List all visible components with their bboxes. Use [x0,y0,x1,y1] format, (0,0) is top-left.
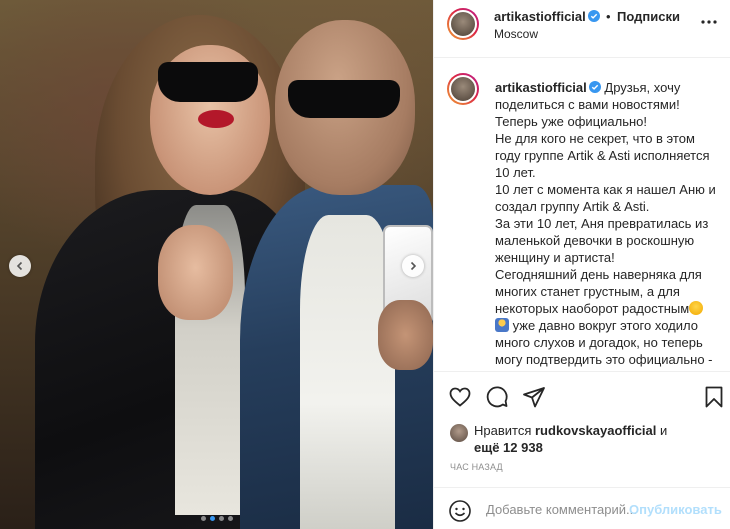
photo-woman-lips [198,110,234,128]
comment-form: Опубликовать [434,487,730,529]
post-photo[interactable] [0,0,433,529]
header-separator: • [606,9,611,24]
carousel-dot [228,516,233,521]
author-avatar[interactable] [447,8,479,40]
grinning-emoji-icon [689,301,704,315]
person-emoji-icon [495,318,509,332]
photo-man-hand [378,300,433,370]
caption-author-avatar[interactable] [447,73,479,105]
chevron-left-icon [16,261,23,271]
caption-section: artikastiofficial Друзья, хочу поделитьс… [434,59,730,372]
chevron-right-icon [410,261,417,271]
carousel-dot [210,516,215,521]
verified-badge-icon [588,81,601,93]
publish-button[interactable]: Опубликовать [629,502,722,517]
carousel-dot [201,516,206,521]
comment-input[interactable] [486,499,636,519]
post-actions [434,373,730,417]
caption-line: Сегодняшний день наверняка для многих ст… [495,267,702,316]
liker-avatar[interactable] [450,424,468,442]
carousel-dot [219,516,224,521]
post-header: artikastiofficial • Подписки Moscow [434,0,730,58]
caption-line: уже давно вокруг этого ходило много слух… [495,318,713,371]
bookmark-icon[interactable] [702,385,726,409]
post-sidebar: artikastiofficial • Подписки Moscow arti… [433,0,730,529]
share-icon[interactable] [522,385,546,409]
caption-line: За эти 10 лет, Аня превратилась из мален… [495,216,709,265]
caption-line: Не для кого не секрет, что в этом году г… [495,131,710,180]
caption-username[interactable]: artikastiofficial [495,80,587,95]
carousel-prev-button[interactable] [9,255,31,277]
post-location-link[interactable]: Moscow [494,27,538,41]
photo-man-shirt [300,215,395,529]
caption-text: artikastiofficial Друзья, хочу поделитьс… [495,79,723,371]
carousel-next-button[interactable] [402,255,424,277]
author-username-link[interactable]: artikastiofficial [494,9,600,24]
post-timestamp[interactable]: Час назад [450,462,503,472]
verified-badge-icon [587,10,600,22]
heart-icon[interactable] [448,385,472,409]
following-button[interactable]: Подписки [617,9,680,24]
likes-count-link[interactable]: ещё 12 938 [474,440,543,455]
photo-man-sunglasses [288,80,400,118]
caption-line: 10 лет с момента как я нашел Аню и созда… [495,182,716,214]
comment-icon[interactable] [485,385,509,409]
photo-peace-sign-hand [158,225,233,320]
photo-woman-sunglasses [158,62,258,102]
carousel-indicator [201,516,233,521]
more-icon[interactable] [699,12,719,32]
liker-username-link[interactable]: rudkovskayaofficial [535,423,656,438]
emoji-icon[interactable] [448,499,472,523]
likes-prefix: Нравится [474,423,532,438]
author-username[interactable]: artikastiofficial [494,9,586,24]
likes-connector: и [660,423,668,438]
